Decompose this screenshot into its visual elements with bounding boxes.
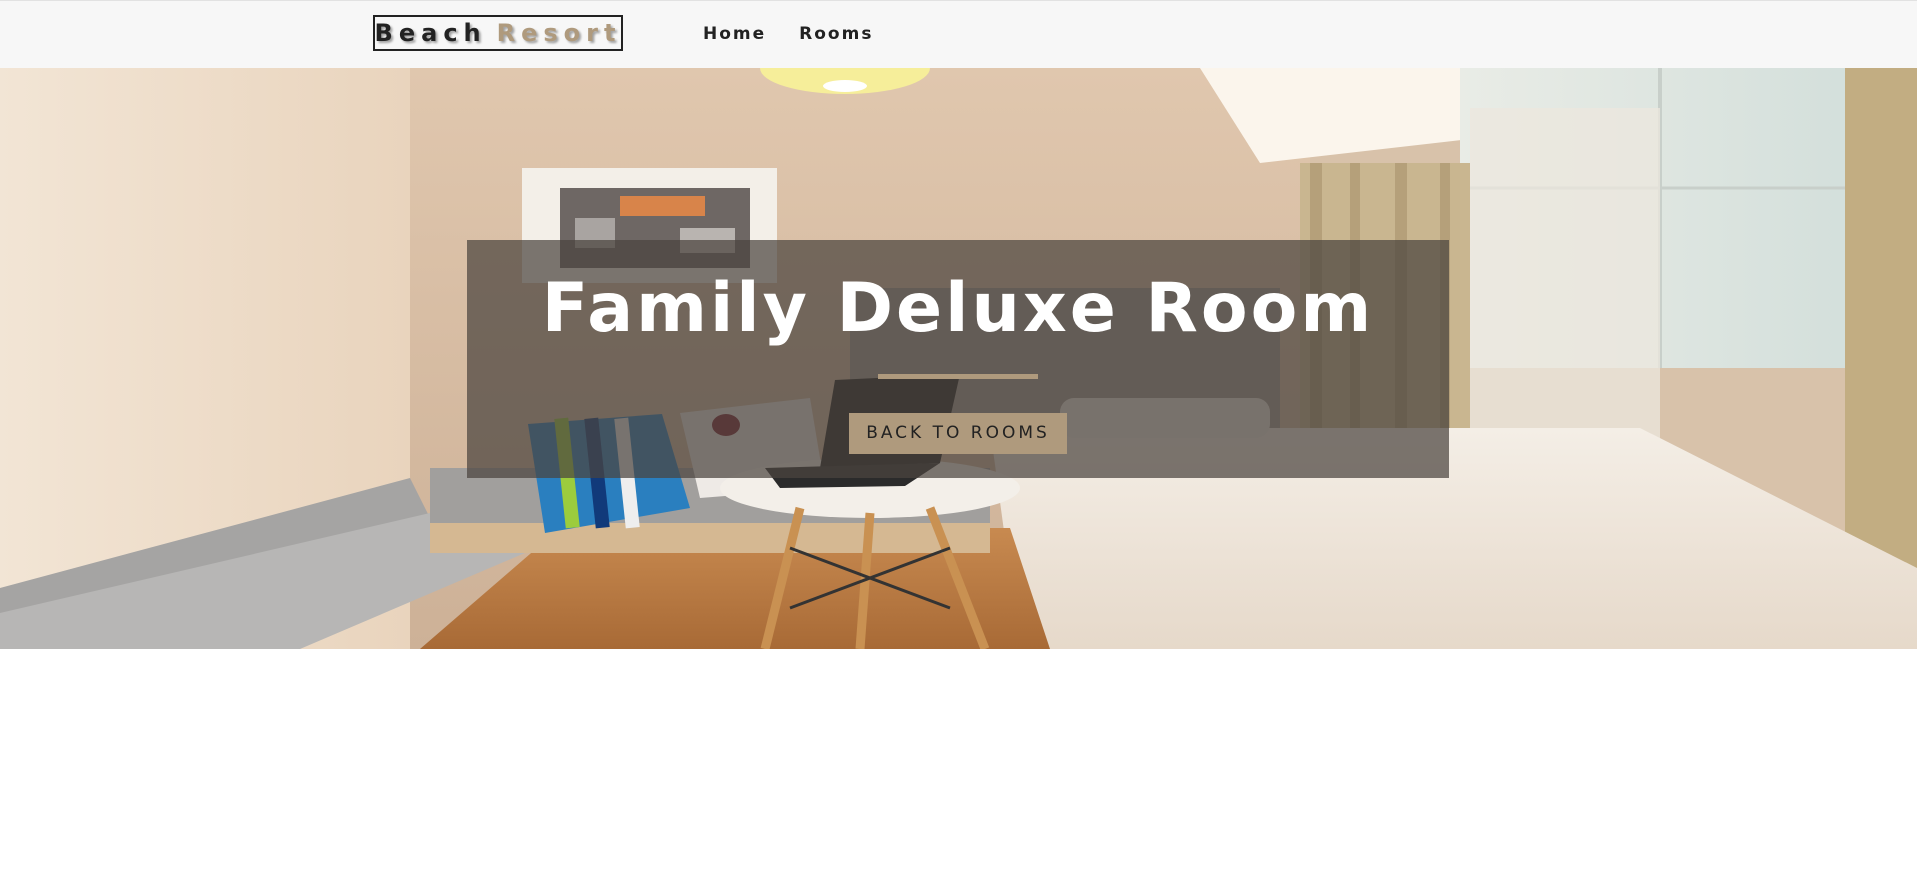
navbar: Beach Resort Home Rooms <box>0 0 1917 68</box>
nav-link-home[interactable]: Home <box>703 24 766 44</box>
title-underline <box>878 374 1038 379</box>
logo-text-beach: Beach <box>374 19 487 47</box>
room-title-banner: Family Deluxe Room BACK TO ROOMS <box>467 240 1449 478</box>
logo[interactable]: Beach Resort <box>373 15 623 51</box>
logo-text-resort: Resort <box>496 19 622 47</box>
back-to-rooms-button[interactable]: BACK TO ROOMS <box>849 413 1067 454</box>
nav-links: Home Rooms <box>703 19 873 49</box>
room-hero: Family Deluxe Room BACK TO ROOMS <box>0 68 1917 649</box>
nav-link-rooms[interactable]: Rooms <box>799 24 873 44</box>
nav-item-rooms: Rooms <box>799 19 873 49</box>
nav-item-home: Home <box>703 19 766 49</box>
room-title: Family Deluxe Room <box>541 269 1375 348</box>
